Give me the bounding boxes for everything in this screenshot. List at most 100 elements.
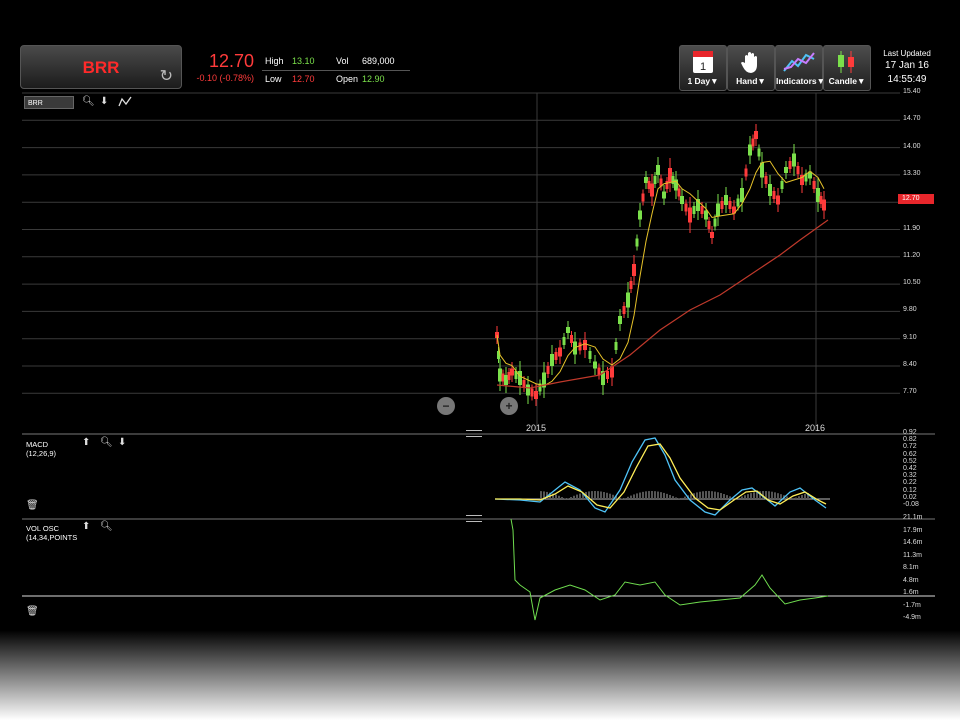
macd-histogram-bar (579, 493, 581, 499)
pane-resize-handle-macd[interactable] (466, 430, 482, 437)
search-icon[interactable]: 🔍︎ (100, 521, 113, 532)
current-price-tag: 12.70 (898, 194, 934, 204)
macd-histogram-bar (603, 492, 605, 499)
candle-body (776, 195, 780, 205)
candle-body (751, 138, 755, 147)
candle-body (510, 368, 514, 376)
candle-body (650, 183, 654, 197)
candle-body (618, 316, 622, 324)
macd-histogram-bar (744, 495, 746, 499)
macd-histogram-bar (648, 491, 650, 499)
macd-histogram-bar (798, 496, 800, 499)
candle-body (558, 347, 562, 357)
candle-body (635, 238, 639, 247)
price-y-tick: 7.70 (903, 388, 917, 396)
candle-body (724, 195, 728, 205)
arrow-up-icon[interactable]: ⬆︎ (82, 437, 90, 448)
macd-histogram-bar (666, 493, 668, 499)
candle-body (728, 201, 732, 209)
vol-osc-y-tick: 8.1m (903, 564, 919, 571)
x-label-2016: 2016 (805, 423, 826, 433)
pane-resize-handle-volosc[interactable] (466, 515, 482, 522)
macd-histogram-bar (624, 498, 626, 499)
macd-histogram-bar (714, 491, 716, 499)
candle-body (792, 153, 796, 167)
candle-body (566, 327, 570, 333)
price-y-tick: 11.90 (903, 224, 920, 232)
macd-histogram-bar (774, 492, 776, 499)
macd-histogram-bar (576, 494, 578, 499)
macd-y-tick: 0.72 (903, 443, 917, 451)
macd-y-tick: 0.02 (903, 493, 917, 501)
macd-histogram-bar (768, 491, 770, 499)
macd-histogram-bar (780, 494, 782, 499)
macd-histogram-bar (558, 495, 560, 499)
candle-body (684, 203, 688, 212)
candle-body (704, 210, 708, 220)
candle-body (644, 177, 648, 183)
zoom-in-button[interactable]: + (500, 397, 518, 415)
candle-body (744, 168, 748, 177)
macd-histogram-bar (669, 494, 671, 499)
macd-y-tick: 0.42 (903, 465, 917, 472)
candle-body (632, 264, 636, 276)
macd-signal-line (495, 443, 827, 511)
price-y-tick: 8.40 (903, 361, 917, 368)
macd-histogram-bar (741, 496, 743, 499)
macd-histogram-bar (723, 494, 725, 499)
candle-body (736, 198, 740, 207)
candle-body (822, 199, 826, 211)
candle-body (626, 292, 630, 308)
macd-histogram-bar (726, 495, 728, 499)
candle-body (713, 218, 717, 227)
candle-body (562, 337, 566, 345)
vol-osc-y-tick: 14.6m (903, 539, 923, 546)
vol-osc-y-tick: 4.8m (903, 576, 919, 584)
trash-icon[interactable]: 🗑︎ (26, 606, 39, 617)
zoom-out-button[interactable]: − (437, 397, 455, 415)
candle-body (677, 188, 681, 197)
candle-body (554, 352, 558, 360)
macd-label: MACD (12,26,9) (26, 440, 56, 458)
chart-canvas[interactable] (0, 0, 960, 630)
candle-body (740, 188, 744, 202)
macd-histogram-bar (627, 496, 629, 499)
macd-y-tick: 0.52 (903, 457, 917, 465)
vol-osc-y-tick: -4.9m (903, 614, 921, 621)
search-icon[interactable]: 🔍︎ (100, 437, 113, 448)
arrow-up-icon[interactable]: ⬆︎ (82, 521, 90, 532)
price-y-tick: 14.00 (903, 142, 921, 150)
trash-icon[interactable]: 🗑︎ (26, 500, 39, 511)
macd-histogram-bar (771, 491, 773, 499)
candle-body (816, 188, 820, 202)
candle-body (796, 166, 800, 174)
candle-body (570, 335, 573, 343)
macd-histogram-bar (747, 494, 749, 499)
candle-body (665, 181, 669, 189)
macd-histogram-bar (630, 495, 632, 499)
macd-y-tick: 0.12 (903, 486, 917, 494)
candle-body (622, 306, 626, 314)
macd-y-tick: 0.22 (903, 479, 917, 487)
vol-osc-label-name: VOL OSC (26, 524, 60, 533)
price-y-tick: 11.20 (903, 251, 920, 259)
macd-y-tick: -0.08 (903, 501, 919, 508)
candle-body (656, 165, 660, 175)
macd-histogram-bar (663, 492, 665, 499)
sma-long-line (496, 219, 829, 389)
macd-histogram-bar (657, 491, 659, 499)
macd-histogram-bar (717, 492, 719, 499)
macd-histogram-bar (597, 491, 599, 499)
macd-y-tick: 0.62 (903, 450, 917, 458)
candle-body (593, 361, 597, 369)
x-label-2015: 2015 (526, 423, 547, 433)
macd-histogram-bar (720, 493, 722, 499)
vol-osc-label-params: (14,34,POINTS (26, 533, 78, 542)
macd-histogram-bar (675, 497, 677, 499)
macd-label-params: (12,26,9) (26, 449, 57, 458)
candle-body (668, 168, 672, 182)
candle-body (707, 221, 711, 229)
arrow-down-icon[interactable]: ⬇︎ (118, 437, 126, 448)
candle-body (530, 388, 534, 397)
candle-body (716, 203, 720, 217)
